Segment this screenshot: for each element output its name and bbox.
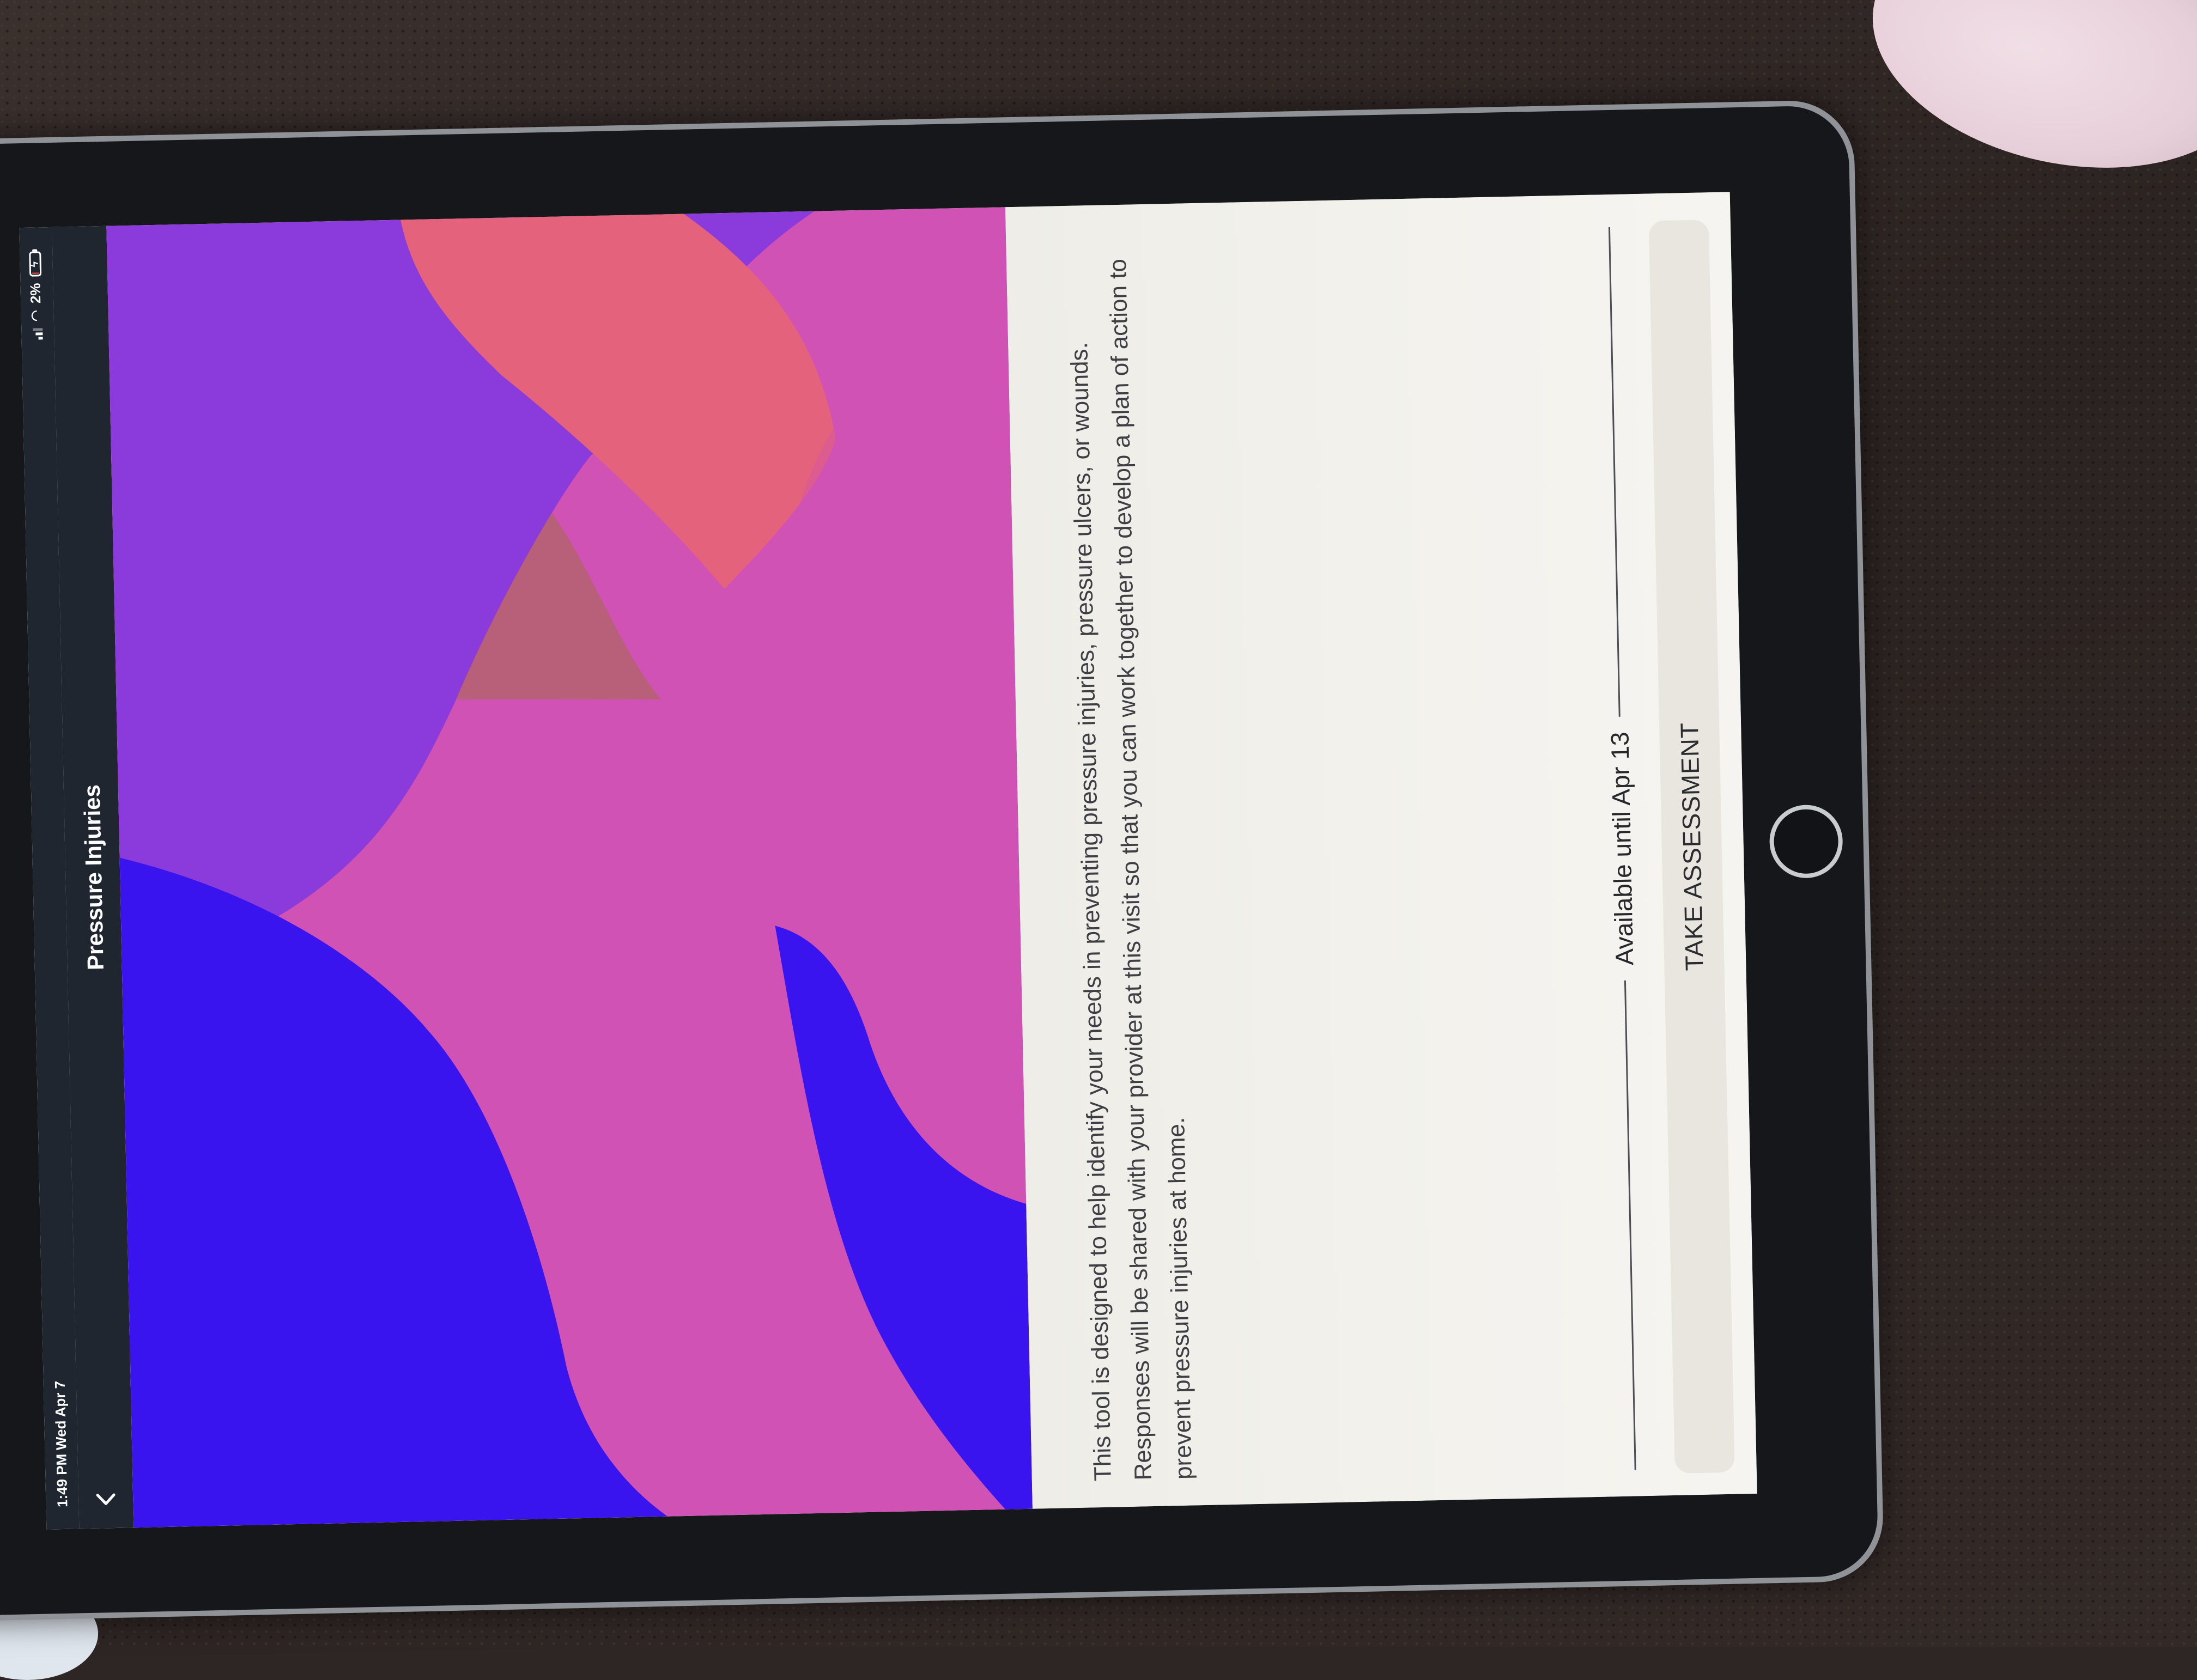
wifi-icon: ◠	[28, 309, 44, 322]
battery-charging-icon: ϟ	[28, 249, 41, 277]
abstract-wave-artwork	[106, 207, 1033, 1528]
take-assessment-button[interactable]: TAKE ASSESSMENT	[1648, 220, 1735, 1474]
app-screen: 1:49 PM Wed Apr 7 ◠ 2% ϟ Pressure Injuri…	[19, 192, 1757, 1530]
hero-image	[106, 207, 1033, 1528]
divider-right	[1608, 227, 1621, 717]
status-indicators: ◠ 2% ϟ	[26, 249, 45, 339]
battery-percentage: 2%	[27, 283, 44, 304]
availability-label: Available until Apr 13	[1605, 731, 1639, 966]
assessment-description: This tool is designed to help identify y…	[1066, 258, 1197, 1482]
assessment-details: This tool is designed to help identify y…	[1005, 192, 1757, 1509]
status-time: 1:49 PM	[53, 1453, 71, 1508]
status-date: Wed Apr 7	[51, 1380, 70, 1451]
divider-left	[1624, 981, 1636, 1470]
availability-row: Available until Apr 13	[1594, 227, 1650, 1470]
ipad-device: 1:49 PM Wed Apr 7 ◠ 2% ϟ Pressure Injuri…	[0, 99, 1885, 1622]
cellular-signal-icon	[31, 327, 43, 339]
